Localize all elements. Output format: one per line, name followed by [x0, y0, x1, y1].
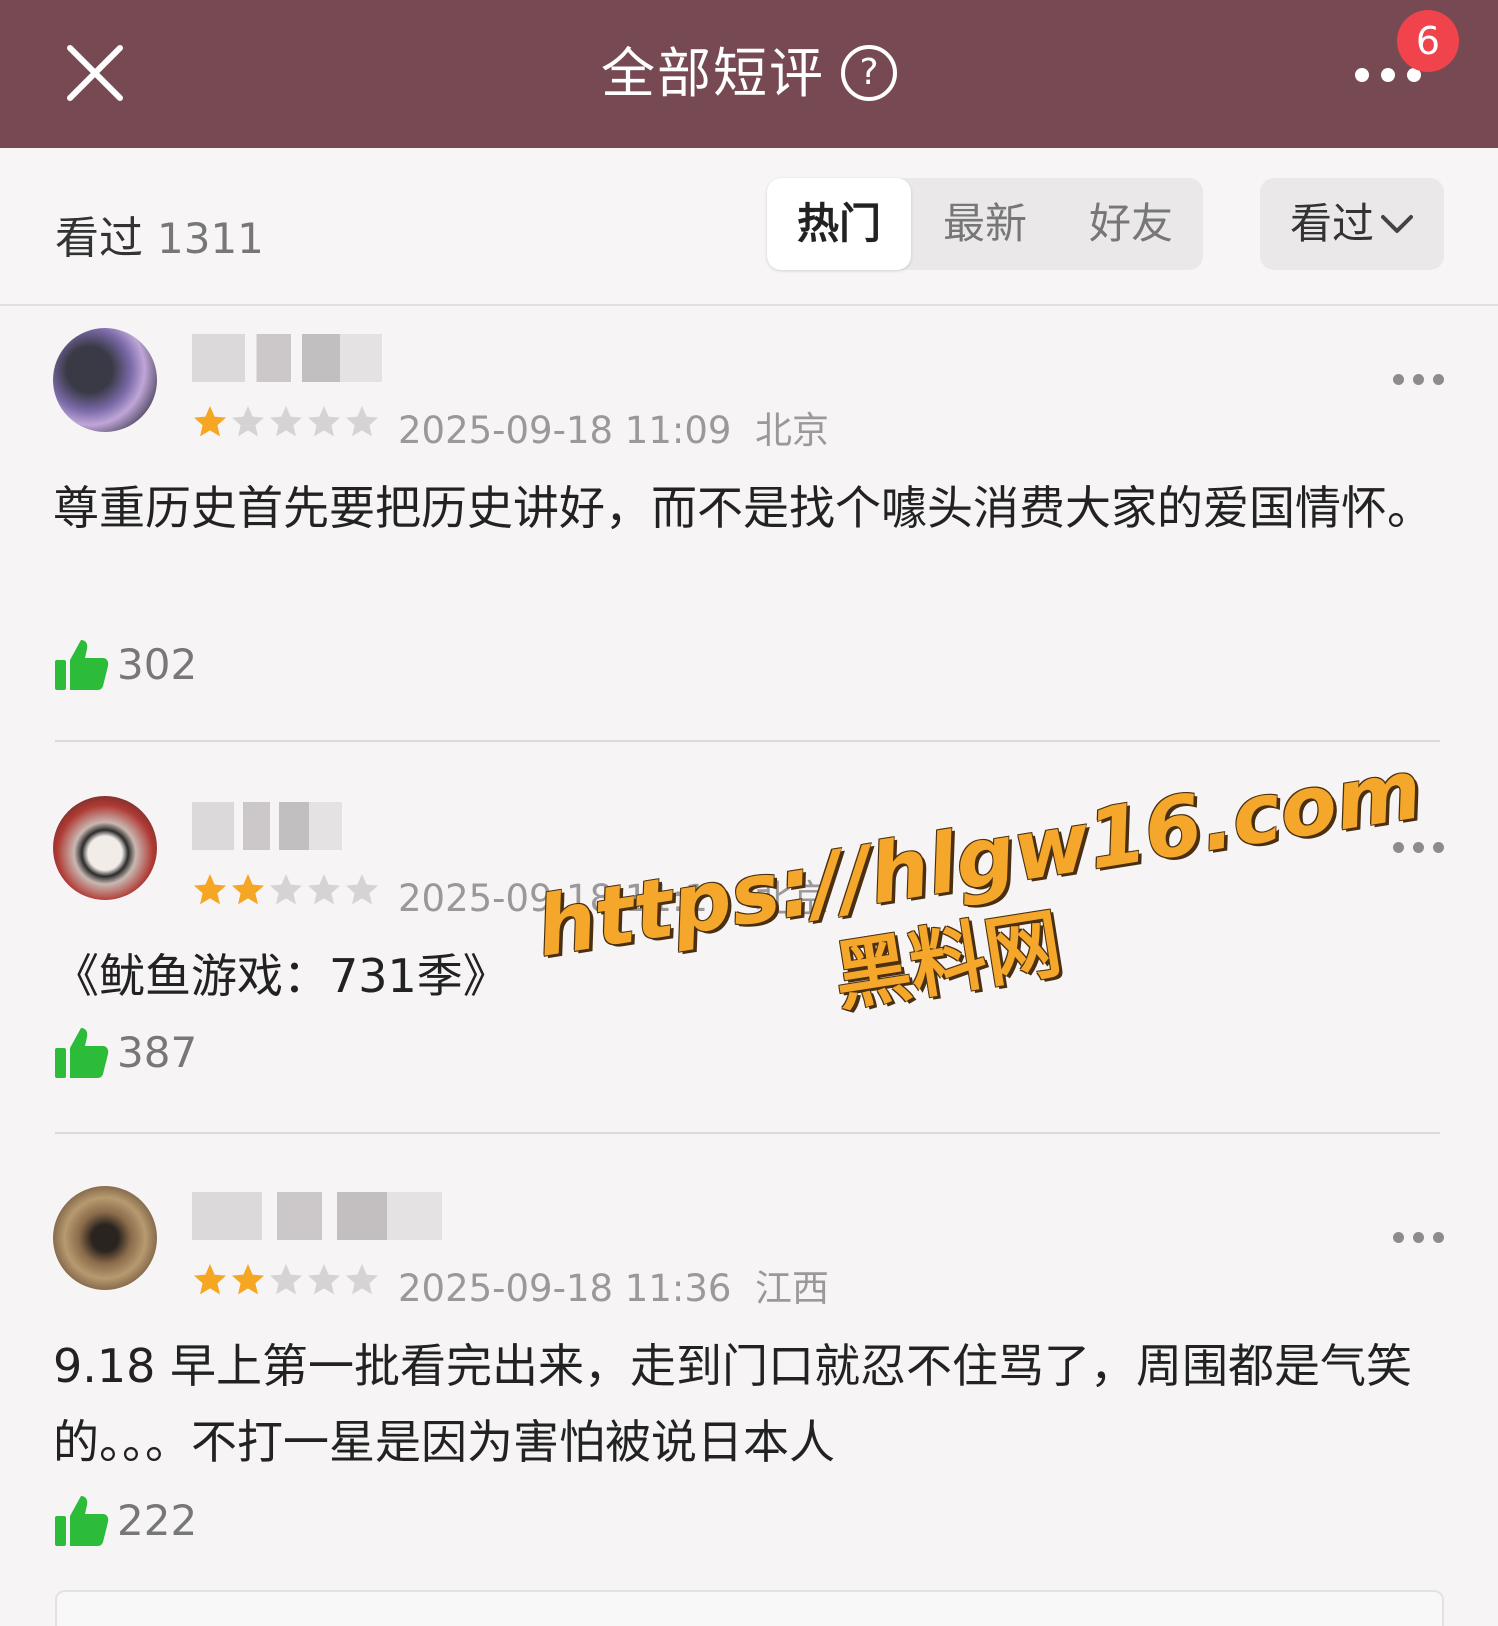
- star-filled-icon: [194, 874, 226, 905]
- page-title: 全部短评: [601, 42, 825, 105]
- like-count: 387: [117, 1027, 198, 1077]
- thumbs-up-icon: [55, 1028, 109, 1078]
- username-blurred[interactable]: [192, 334, 382, 382]
- avatar[interactable]: [53, 796, 157, 900]
- sort-segmented-control: 热门 最新 好友: [767, 178, 1203, 270]
- dot-icon: [1433, 1232, 1444, 1243]
- watched-label: 看过: [55, 213, 143, 264]
- chevron-down-icon: [1381, 214, 1413, 233]
- username-blurred[interactable]: [192, 802, 342, 850]
- dot-icon: [1413, 374, 1424, 385]
- dot-icon: [1393, 842, 1404, 853]
- star-filled-icon: [232, 874, 264, 905]
- review-more-button[interactable]: [1393, 374, 1444, 385]
- help-icon[interactable]: ?: [841, 45, 897, 102]
- avatar[interactable]: [53, 328, 157, 432]
- top-bar: 全部短评? 6: [0, 0, 1498, 148]
- notification-badge: 6: [1397, 10, 1459, 72]
- thumbs-up-icon: [55, 1496, 109, 1546]
- dot-icon: [1413, 1232, 1424, 1243]
- star-empty-icon: [270, 1264, 302, 1295]
- like-button[interactable]: 302: [53, 636, 197, 692]
- dot-icon: [1355, 68, 1369, 82]
- star-empty-icon: [308, 1264, 340, 1295]
- dot-icon: [1393, 1232, 1404, 1243]
- review-text: 9.18 早上第一批看完出来，走到门口就忍不住骂了，周围都是气笑的。。。不打一星…: [53, 1339, 1413, 1469]
- star-empty-icon: [346, 874, 378, 905]
- star-empty-icon: [270, 406, 302, 437]
- rating-stars: [192, 1262, 380, 1298]
- review-text: 尊重历史首先要把历史讲好，而不是找个噱头消费大家的爱国情怀。: [53, 481, 1433, 535]
- dot-icon: [1413, 842, 1424, 853]
- dropdown-label: 看过: [1289, 199, 1374, 248]
- tab-hot[interactable]: 热门: [767, 178, 911, 270]
- avatar[interactable]: [53, 1186, 157, 1290]
- tab-latest[interactable]: 最新: [913, 178, 1057, 270]
- rating-stars: [192, 404, 380, 440]
- review-meta: 2025-09-18 11:36 江西: [398, 1258, 829, 1312]
- next-review-card-edge: [55, 1590, 1444, 1626]
- watched-filter-dropdown[interactable]: 看过: [1260, 178, 1444, 270]
- like-count: 222: [117, 1495, 198, 1545]
- star-empty-icon: [346, 406, 378, 437]
- watermark: https://hlgw16.com 黑料网: [530, 742, 1427, 1097]
- like-count: 302: [117, 639, 198, 689]
- divider: [55, 1132, 1440, 1134]
- dot-icon: [1433, 842, 1444, 853]
- watched-count: 1311: [157, 214, 264, 263]
- rating-stars: [192, 872, 380, 908]
- star-empty-icon: [270, 874, 302, 905]
- star-empty-icon: [308, 406, 340, 437]
- star-empty-icon: [346, 1264, 378, 1295]
- page-title-area: 全部短评?: [0, 36, 1498, 112]
- username-blurred[interactable]: [192, 1192, 442, 1240]
- star-filled-icon: [232, 1264, 264, 1295]
- star-empty-icon: [232, 406, 264, 437]
- star-filled-icon: [194, 1264, 226, 1295]
- review-meta: 2025-09-18 11:09 北京: [398, 400, 829, 454]
- thumbs-up-icon: [55, 640, 109, 690]
- divider: [55, 740, 1440, 742]
- filter-bar: 看过 1311 热门 最新 好友 看过: [0, 148, 1498, 306]
- review-more-button[interactable]: [1393, 842, 1444, 853]
- review-location: 北京: [754, 409, 829, 452]
- dot-icon: [1433, 374, 1444, 385]
- star-empty-icon: [308, 874, 340, 905]
- star-filled-icon: [194, 406, 226, 437]
- review-location: 江西: [754, 1267, 829, 1310]
- like-button[interactable]: 387: [53, 1024, 197, 1080]
- review-more-button[interactable]: [1393, 1232, 1444, 1243]
- watched-summary: 看过 1311: [55, 202, 264, 266]
- dot-icon: [1381, 68, 1395, 82]
- dot-icon: [1393, 374, 1404, 385]
- review-time: 2025-09-18 11:09: [398, 409, 732, 452]
- tab-friends[interactable]: 好友: [1059, 178, 1203, 270]
- like-button[interactable]: 222: [53, 1492, 197, 1548]
- review-time: 2025-09-18 11:36: [398, 1267, 732, 1310]
